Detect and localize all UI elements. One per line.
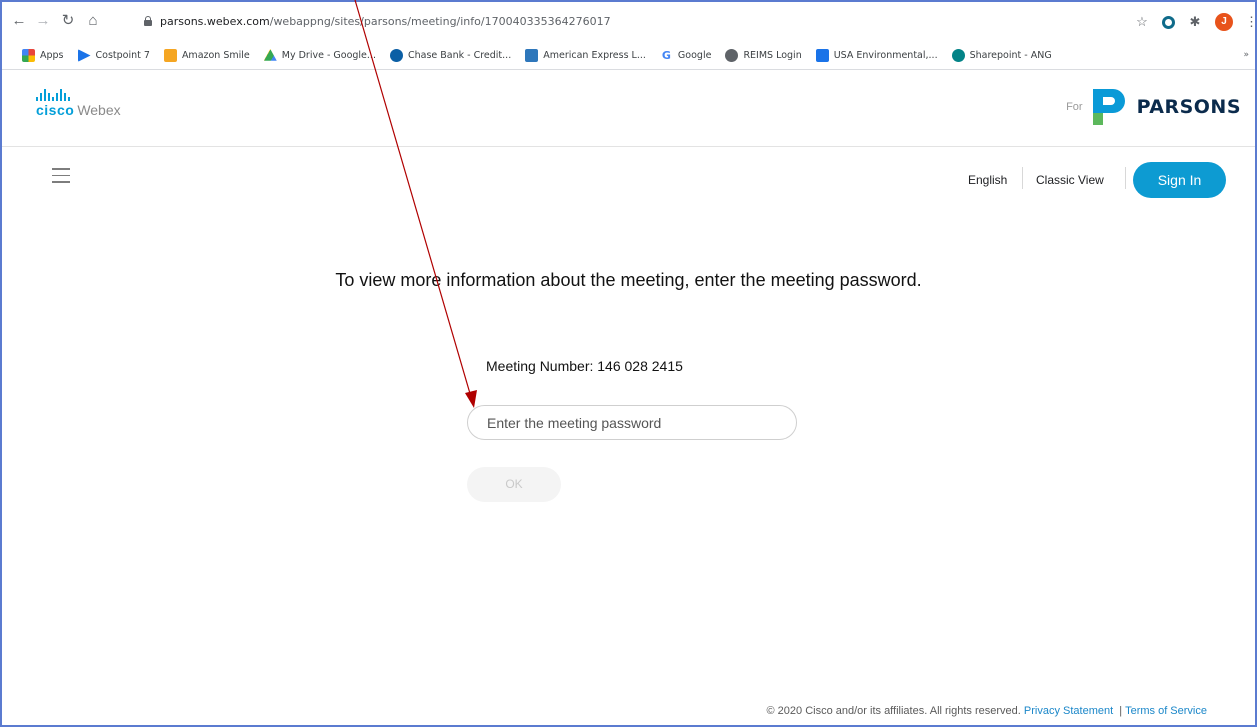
google-icon: G bbox=[659, 49, 673, 62]
back-arrow-icon[interactable]: ← bbox=[10, 12, 28, 30]
url-path: /webappng/sites/parsons/meeting/info/170… bbox=[269, 15, 611, 28]
cisco-webex-logo[interactable]: cisco Webex bbox=[36, 89, 121, 118]
lock-icon bbox=[144, 16, 152, 26]
chase-icon bbox=[389, 49, 403, 62]
bookmark-label: Amazon Smile bbox=[181, 50, 250, 61]
bookmark-label: Google bbox=[677, 50, 712, 61]
hamburger-menu-icon[interactable] bbox=[52, 168, 70, 183]
bookmark-item[interactable]: Costpoint 7 bbox=[77, 49, 150, 62]
reload-icon[interactable]: ↻ bbox=[59, 12, 77, 30]
url-host: parsons.webex.com bbox=[160, 15, 270, 28]
bookmark-label: My Drive - Google... bbox=[281, 50, 376, 61]
parsons-name: PARSONS bbox=[1136, 96, 1241, 118]
globe-icon bbox=[725, 49, 739, 62]
usa-env-icon bbox=[815, 49, 829, 62]
bookmark-label: American Express L... bbox=[543, 50, 646, 61]
footer: © 2020 Cisco and/or its affiliates. All … bbox=[767, 705, 1207, 717]
webex-product: Webex bbox=[77, 102, 121, 118]
bookmark-item[interactable]: USA Environmental,... bbox=[815, 49, 938, 62]
bookmark-label: Sharepoint - ANG bbox=[969, 50, 1052, 61]
bookmark-label: REIMS Login bbox=[743, 50, 802, 61]
bookmark-label: Apps bbox=[40, 50, 64, 61]
bookmark-item[interactable]: Chase Bank - Credit... bbox=[389, 49, 512, 62]
ok-button[interactable]: OK bbox=[467, 467, 561, 502]
copyright-text: © 2020 Cisco and/or its affiliates. All … bbox=[766, 705, 1021, 717]
parsons-mark-icon bbox=[1089, 85, 1125, 129]
sharepoint-icon bbox=[951, 49, 965, 62]
password-prompt: To view more information about the meeti… bbox=[335, 270, 922, 290]
bookmark-item[interactable]: My Drive - Google... bbox=[263, 49, 376, 62]
amex-icon bbox=[525, 49, 539, 62]
cisco-brand: cisco bbox=[36, 102, 75, 118]
forward-arrow-icon[interactable]: → bbox=[34, 12, 52, 30]
webex-header: cisco Webex For PARSONS bbox=[2, 71, 1255, 147]
apps-grid-icon bbox=[22, 49, 35, 62]
bookmark-star-icon[interactable]: ☆ bbox=[1134, 14, 1150, 30]
bookmarks-bar: Apps Costpoint 7 Amazon Smile My Drive -… bbox=[2, 42, 1255, 70]
nav-divider bbox=[1022, 167, 1023, 189]
bookmark-item[interactable]: Amazon Smile bbox=[163, 49, 250, 62]
bookmark-item[interactable]: Sharepoint - ANG bbox=[951, 49, 1052, 62]
bookmark-item[interactable]: American Express L... bbox=[525, 49, 646, 62]
classic-view-link[interactable]: Classic View bbox=[1036, 173, 1104, 187]
browser-toolbar: ← → ↻ ⌂ parsons.webex.com/webappng/sites… bbox=[2, 2, 1257, 42]
bookmark-label: USA Environmental,... bbox=[833, 50, 938, 61]
parsons-logo: For PARSONS bbox=[1066, 85, 1241, 129]
for-label: For bbox=[1066, 101, 1083, 113]
meeting-password-input[interactable] bbox=[467, 405, 797, 440]
bookmark-item[interactable]: REIMS Login bbox=[725, 49, 802, 62]
bookmark-label: Costpoint 7 bbox=[95, 50, 150, 61]
menu-kebab-icon[interactable]: ⋮ bbox=[1245, 14, 1257, 30]
extensions-puzzle-icon[interactable]: ✱ bbox=[1187, 14, 1203, 30]
more-bookmarks-icon[interactable]: » bbox=[1243, 50, 1249, 60]
bookmark-item[interactable]: Apps bbox=[22, 49, 64, 62]
meeting-number: Meeting Number: 146 028 2415 bbox=[486, 358, 683, 374]
profile-avatar[interactable]: J bbox=[1215, 13, 1233, 31]
extension-opera-icon[interactable] bbox=[1162, 15, 1175, 29]
bookmark-label: Chase Bank - Credit... bbox=[407, 50, 512, 61]
costpoint-icon bbox=[77, 49, 91, 62]
nav-divider bbox=[1125, 167, 1126, 189]
privacy-statement-link[interactable]: Privacy Statement bbox=[1024, 705, 1113, 717]
footer-separator: | bbox=[1119, 705, 1123, 717]
sign-in-button[interactable]: Sign In bbox=[1133, 162, 1226, 198]
terms-of-service-link[interactable]: Terms of Service bbox=[1125, 705, 1207, 717]
language-link[interactable]: English bbox=[968, 173, 1007, 187]
cisco-bars-icon bbox=[36, 89, 121, 101]
address-bar[interactable]: parsons.webex.com/webappng/sites/parsons… bbox=[144, 12, 1144, 32]
bookmark-item[interactable]: G Google bbox=[659, 49, 712, 62]
google-drive-icon bbox=[263, 49, 277, 61]
home-icon[interactable]: ⌂ bbox=[84, 12, 102, 30]
amazon-icon bbox=[163, 49, 177, 62]
